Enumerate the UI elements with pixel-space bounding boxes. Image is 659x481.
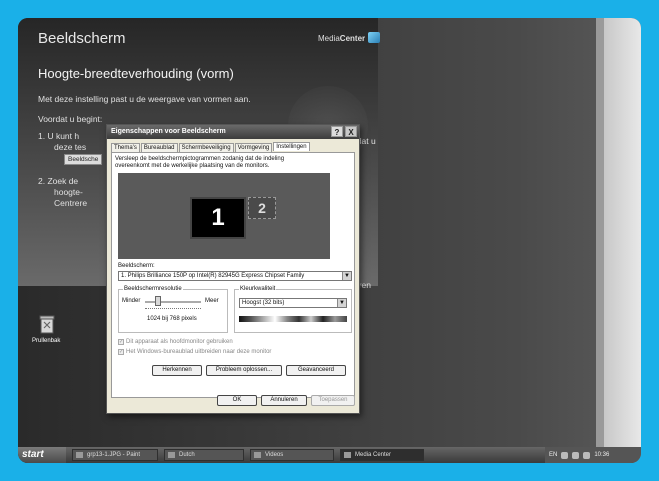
display-select[interactable]: 1. Philips Brilliance 150P op Intel(R) 8…: [118, 271, 352, 281]
resolution-slider-track[interactable]: [145, 301, 201, 303]
color-quality-group: Kleurkwaliteit Hoogst (32 bits) ▼: [234, 286, 352, 333]
close-icon[interactable]: X: [345, 126, 357, 137]
dialog-controls: ? X: [331, 126, 357, 137]
desktop-right-panel: [604, 18, 641, 463]
resolution-value: 1024 bij 768 pixels: [147, 316, 197, 322]
task-videos[interactable]: Videos: [250, 449, 334, 461]
mc-step1-line1: 1. U kunt h: [38, 131, 80, 141]
settings-panel: Versleep de beeldschermpictogrammen zoda…: [111, 152, 355, 398]
resolution-slider-ticks: [145, 306, 201, 309]
task-paint[interactable]: grp13-1.JPG - Paint: [72, 449, 158, 461]
tab-themes[interactable]: Thema's: [111, 143, 140, 152]
resolution-group: Beeldschermresolutie Minder Meer 1024 bi…: [118, 286, 228, 333]
clock[interactable]: 10:36: [594, 447, 609, 463]
resolution-slider-thumb[interactable]: [155, 296, 161, 306]
help-icon[interactable]: ?: [331, 126, 343, 137]
color-quality-select[interactable]: Hoogst (32 bits) ▼: [239, 298, 347, 308]
media-center-logo-icon: [368, 32, 380, 43]
mc-step2-line3: Centrere: [54, 198, 88, 208]
security-icon[interactable]: [583, 451, 591, 459]
advanced-button[interactable]: Geavanceerd: [286, 365, 346, 376]
mc-brand: MediaCenter: [318, 34, 365, 43]
mc-title: Beeldscherm: [38, 30, 126, 47]
identify-button[interactable]: Herkennen: [152, 365, 202, 376]
settings-description: Versleep de beeldschermpictogrammen zoda…: [115, 156, 285, 169]
color-quality-value: Hoogst (32 bits): [242, 300, 285, 306]
primary-monitor-checkbox[interactable]: ✓ Dit apparaat als hoofdmonitor gebruike…: [118, 339, 233, 345]
dialog-title: Eigenschappen voor Beeldscherm: [111, 128, 226, 135]
mc-step1-line2: deze tes: [54, 142, 87, 152]
extend-desktop-checkbox[interactable]: ✓ Het Windows-bureaublad uitbreiden naar…: [118, 349, 271, 355]
dialog-titlebar[interactable]: Eigenschappen voor Beeldscherm ? X: [107, 125, 359, 139]
desktop-stripe: [596, 18, 604, 463]
network-icon[interactable]: [561, 451, 569, 459]
color-preview-bar: [239, 316, 347, 322]
recycle-bin-icon[interactable]: [38, 314, 56, 334]
chevron-down-icon[interactable]: ▼: [337, 299, 346, 307]
language-indicator[interactable]: EN: [549, 447, 557, 463]
resolution-group-title: Beeldschermresolutie: [123, 286, 183, 292]
start-button[interactable]: start: [18, 447, 66, 463]
chevron-down-icon[interactable]: ▼: [342, 272, 351, 280]
checkbox-box[interactable]: ✓: [118, 349, 124, 355]
checkbox-box[interactable]: ✓: [118, 339, 124, 345]
mc-display-button[interactable]: Beeldsche: [64, 154, 103, 165]
apply-button[interactable]: Toepassen: [311, 395, 355, 406]
mc-subtitle: Hoogte-breedteverhouding (vorm): [38, 66, 234, 81]
dialog-tabs: Thema's Bureaublad Schermbeveiliging Vor…: [107, 139, 359, 152]
tab-screensaver[interactable]: Schermbeveiliging: [178, 143, 234, 152]
volume-icon[interactable]: [572, 451, 580, 459]
tab-desktop[interactable]: Bureaublad: [140, 143, 178, 152]
display-label: Beeldscherm:: [118, 263, 155, 269]
display-properties-dialog: Eigenschappen voor Beeldscherm ? X Thema…: [106, 124, 360, 414]
monitor-arrangement-area[interactable]: 1 2: [118, 173, 330, 259]
mc-step2-line2: hoogte-: [54, 187, 83, 197]
recycle-bin-label[interactable]: Prullenbak: [32, 338, 60, 344]
display-select-value: 1. Philips Brilliance 150P op Intel(R) 8…: [121, 273, 305, 279]
tab-appearance[interactable]: Vormgeving: [234, 143, 273, 152]
task-dutch[interactable]: Dutch: [164, 449, 244, 461]
ok-button[interactable]: OK: [217, 395, 257, 406]
tab-settings[interactable]: Instellingen: [273, 142, 310, 151]
more-label: Meer: [205, 298, 219, 304]
mc-step2-line1: 2. Zoek de: [38, 176, 79, 186]
less-label: Minder: [122, 298, 141, 304]
mc-intro: Met deze instelling past u de weergave v…: [38, 94, 251, 104]
monitor-1-icon[interactable]: 1: [190, 197, 246, 239]
monitor-2-icon[interactable]: 2: [248, 197, 276, 219]
system-tray: EN 10:36: [545, 447, 641, 463]
mc-brand-bold: Center: [339, 34, 366, 43]
task-media-center[interactable]: Media Center: [340, 449, 424, 461]
primary-monitor-label: Dit apparaat als hoofdmonitor gebruiken: [126, 339, 233, 345]
mc-brand-prefix: Media: [318, 34, 340, 43]
color-quality-title: Kleurkwaliteit: [239, 286, 277, 292]
cancel-button[interactable]: Annuleren: [261, 395, 307, 406]
screen-frame: Beeldscherm MediaCenter Hoogte-breedteve…: [18, 18, 641, 463]
extend-desktop-label: Het Windows-bureaublad uitbreiden naar d…: [126, 349, 272, 355]
troubleshoot-button[interactable]: Probleem oplossen...: [206, 365, 282, 376]
mc-before-heading: Voordat u begint:: [38, 114, 103, 124]
taskbar: start grp13-1.JPG - Paint Dutch Videos M…: [18, 447, 641, 463]
